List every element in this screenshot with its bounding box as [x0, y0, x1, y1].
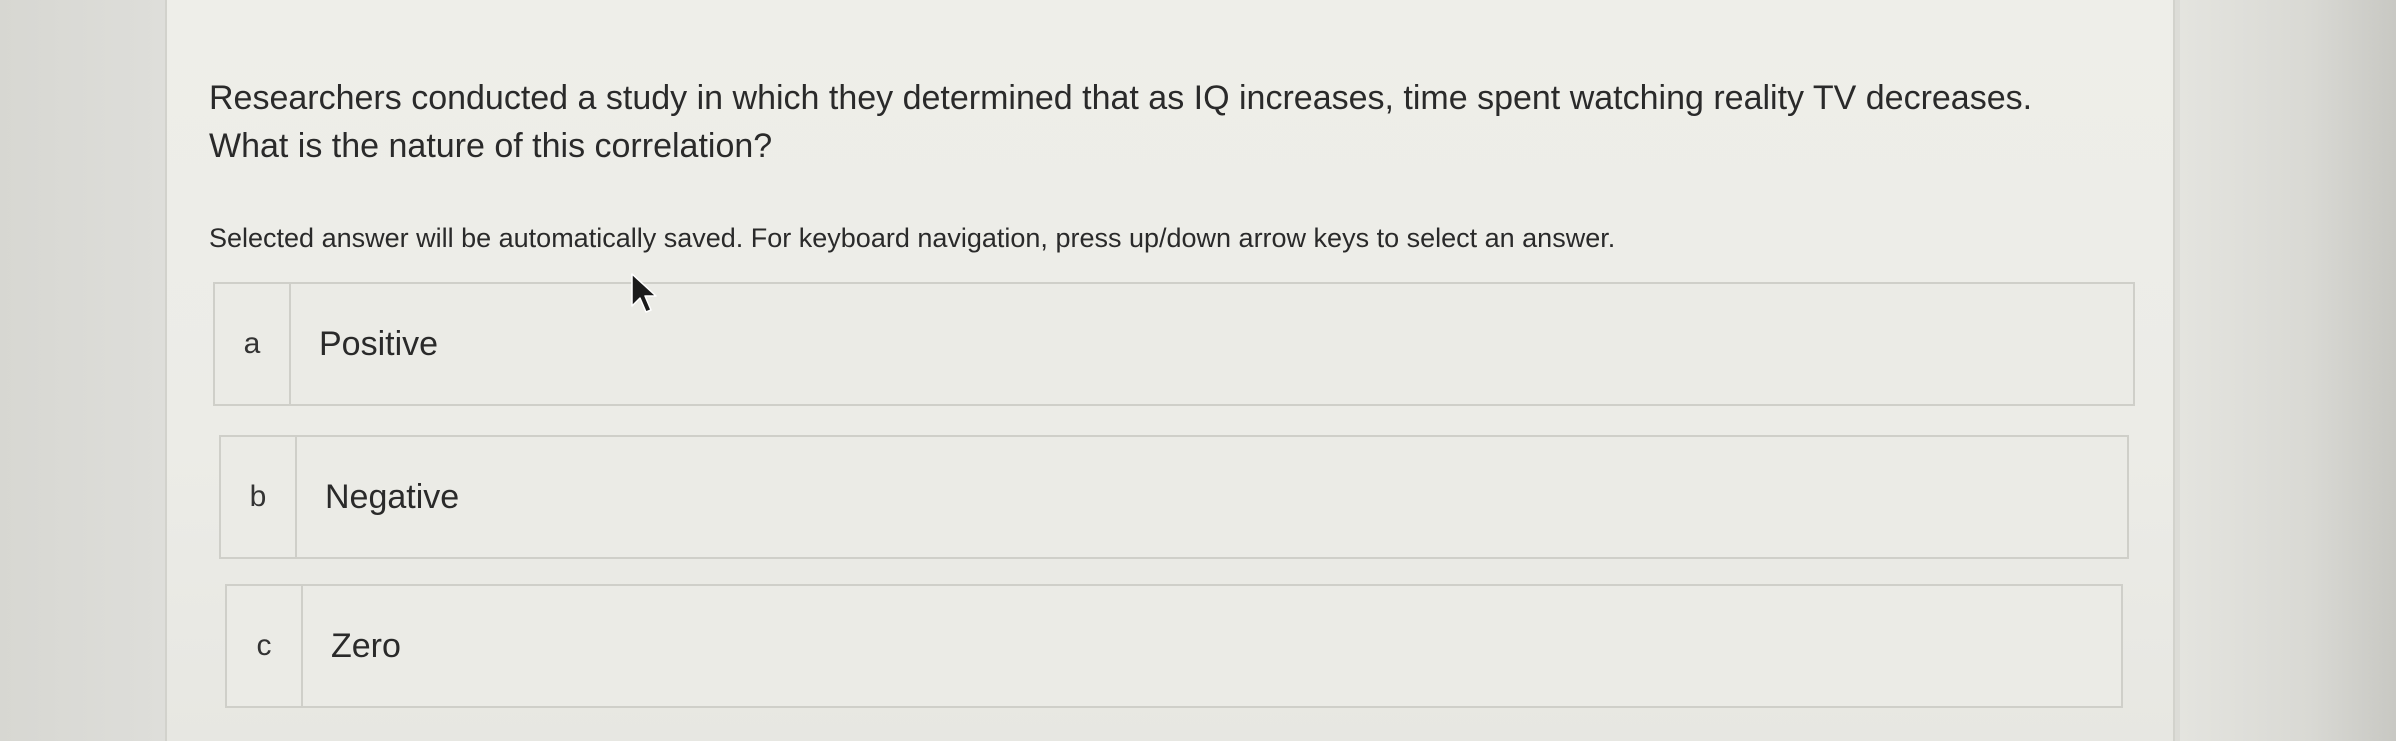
answer-list: a Positive b Negative c Zero: [167, 0, 2173, 741]
answer-letter: a: [215, 284, 291, 404]
answer-letter: b: [221, 437, 297, 557]
background-right: [2180, 0, 2396, 741]
answer-letter: c: [227, 586, 303, 706]
question-card: Researchers conducted a study in which t…: [165, 0, 2175, 741]
mouse-pointer-icon: [631, 273, 657, 313]
answer-option-c[interactable]: c Zero: [225, 584, 2123, 708]
answer-option-b[interactable]: b Negative: [219, 435, 2129, 559]
answer-label: Negative: [325, 477, 460, 516]
answer-label: Positive: [319, 324, 439, 363]
answer-label: Zero: [331, 626, 401, 665]
answer-option-a[interactable]: a Positive: [213, 282, 2135, 406]
background-left: [0, 0, 165, 741]
